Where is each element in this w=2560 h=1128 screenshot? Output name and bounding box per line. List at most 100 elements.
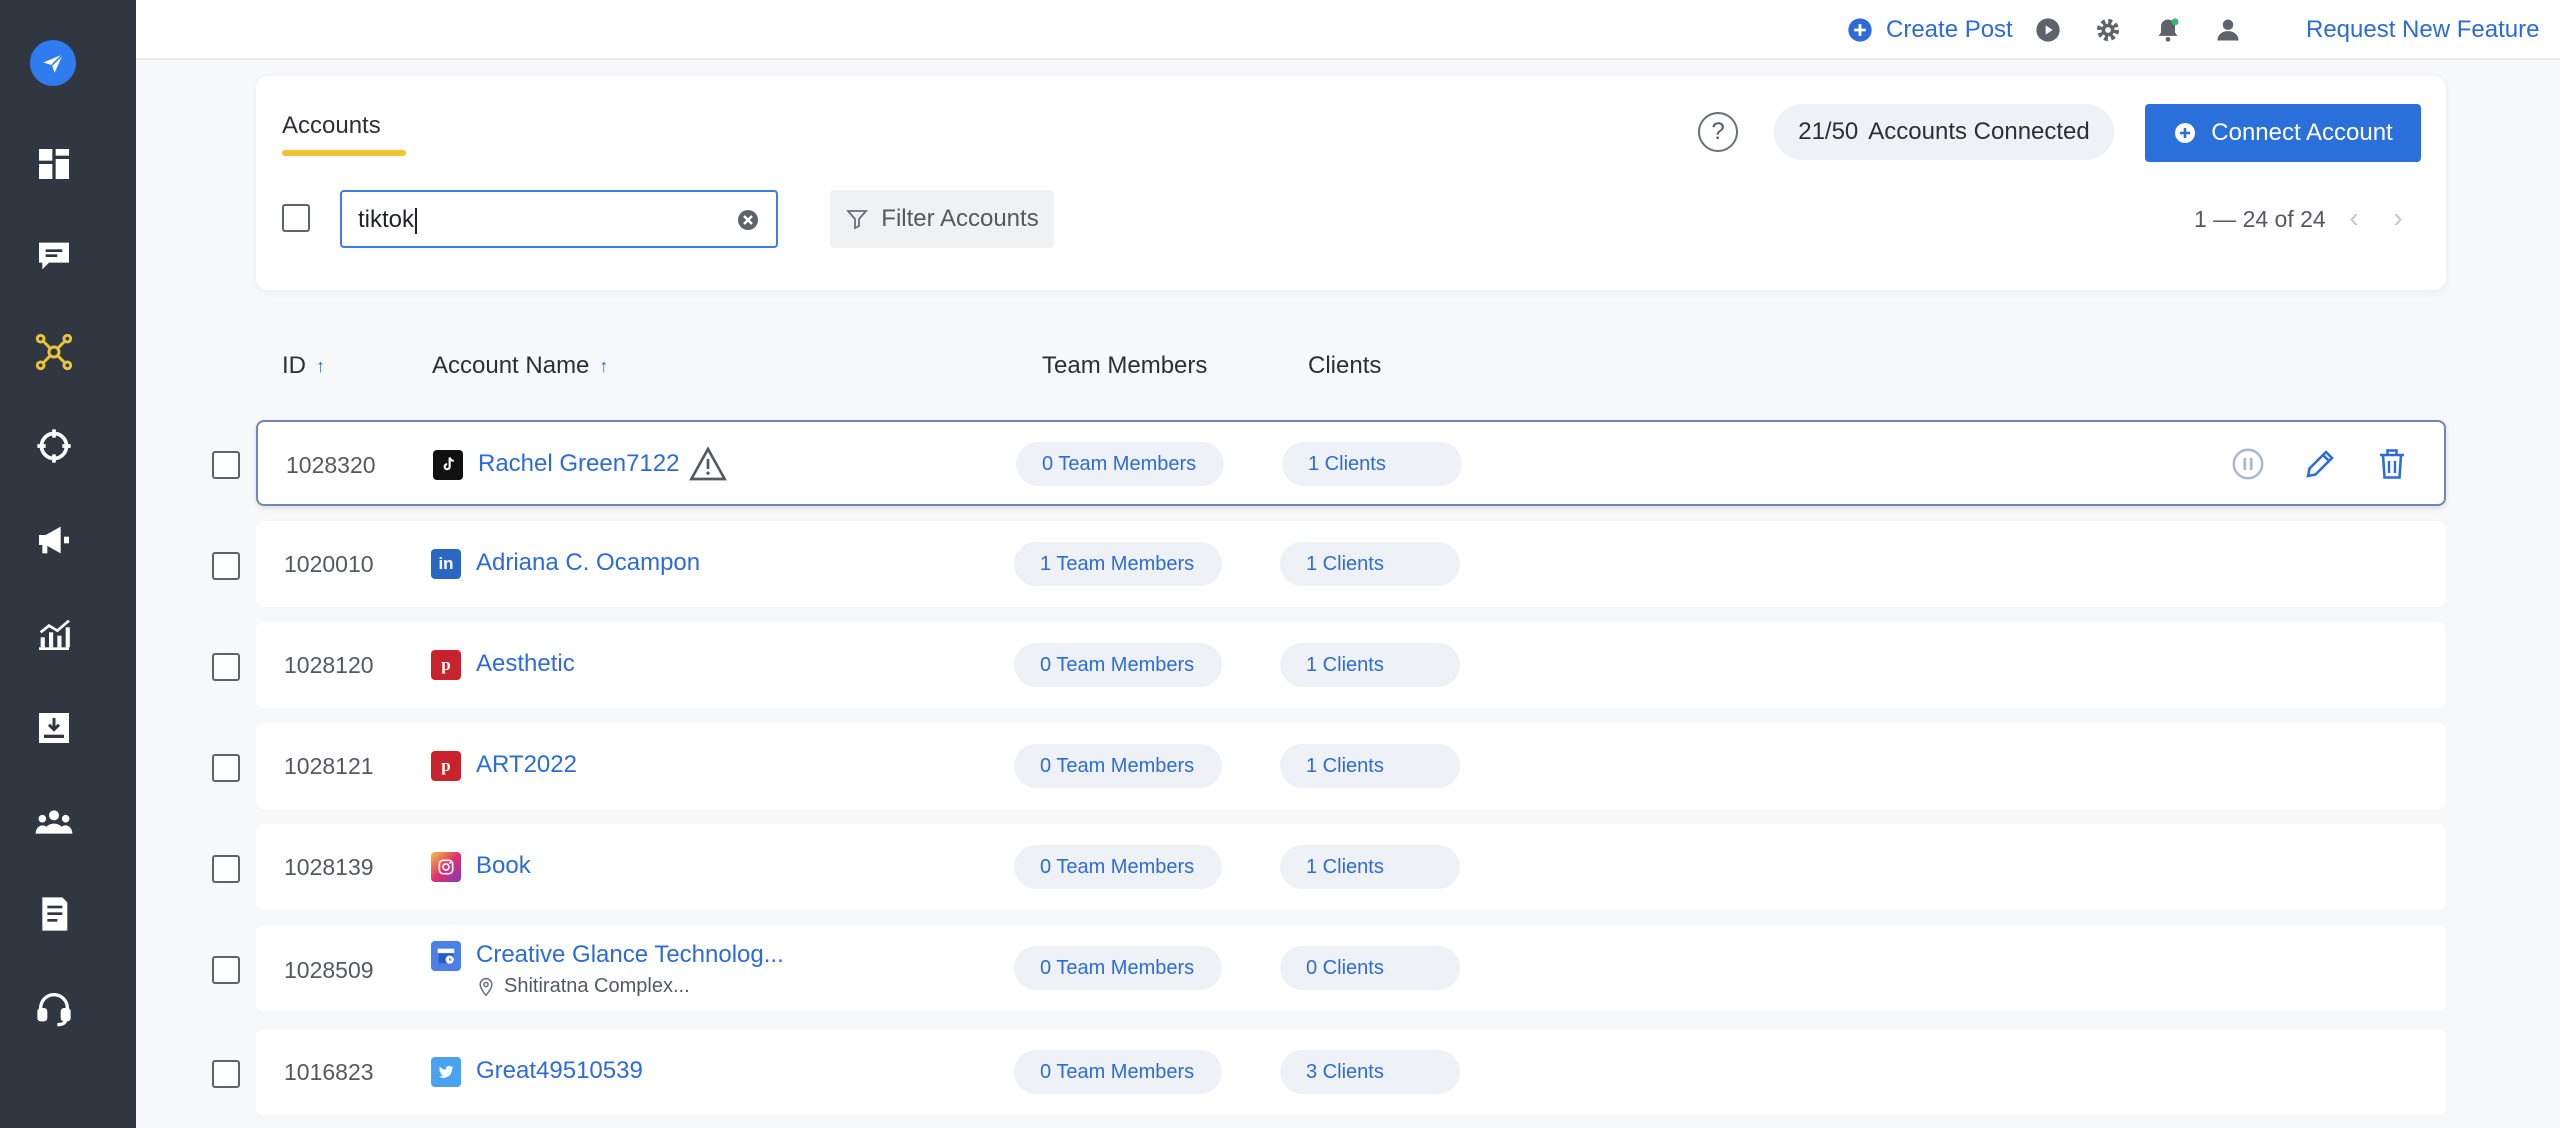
network-icon[interactable]	[32, 330, 76, 374]
chevron-right-icon[interactable]: ›	[2384, 202, 2412, 233]
team-members-badge[interactable]: 0 Team Members	[1014, 1050, 1222, 1094]
analytics-icon[interactable]	[32, 612, 76, 656]
team-members-badge[interactable]: 0 Team Members	[1014, 643, 1222, 687]
filter-funnel-icon	[846, 210, 869, 230]
linkedin-icon: in	[431, 549, 461, 579]
column-header-id[interactable]: ID ↑	[282, 352, 325, 380]
chat-icon[interactable]	[32, 234, 76, 278]
account-name-link[interactable]: Rachel Green7122	[478, 450, 679, 478]
dashboard-icon[interactable]	[32, 142, 76, 186]
row-checkbox[interactable]	[212, 855, 240, 883]
clients-badge[interactable]: 3 Clients	[1280, 1050, 1460, 1094]
account-name-link[interactable]: ART2022	[476, 751, 577, 779]
account-id: 1028139	[284, 854, 374, 880]
sort-arrow-icon: ↑	[599, 355, 609, 376]
connect-account-label: Connect Account	[2211, 119, 2393, 146]
team-members-badge[interactable]: 0 Team Members	[1016, 442, 1224, 486]
clients-badge[interactable]: 1 Clients	[1280, 845, 1460, 889]
support-icon[interactable]	[32, 986, 76, 1030]
edit-pencil-icon[interactable]	[2300, 444, 2340, 484]
account-name-link[interactable]: Great49510539	[476, 1057, 643, 1085]
play-icon[interactable]	[2034, 14, 2062, 46]
report-icon[interactable]	[32, 892, 76, 936]
pagination-label: 1 — 24 of 24	[2194, 206, 2326, 232]
row-checkbox[interactable]	[212, 653, 240, 681]
tab-accounts[interactable]: Accounts	[282, 112, 381, 140]
clients-badge[interactable]: 1 Clients	[1280, 643, 1460, 687]
column-name-label: Account Name	[432, 352, 590, 379]
account-id: 1028121	[284, 753, 374, 779]
team-members-badge[interactable]: 1 Team Members	[1014, 542, 1222, 586]
table-row[interactable]: 1028120 p Aesthetic 0 Team Members 1 Cli…	[256, 622, 2446, 708]
tiktok-icon	[433, 450, 463, 480]
account-name-link[interactable]: Creative Glance Technolog...	[476, 941, 784, 969]
row-checkbox[interactable]	[212, 1060, 240, 1088]
column-header-account-name[interactable]: Account Name ↑	[432, 352, 608, 380]
inbox-icon[interactable]	[32, 706, 76, 750]
row-checkbox[interactable]	[212, 552, 240, 580]
team-icon[interactable]	[32, 800, 76, 844]
team-members-badge[interactable]: 0 Team Members	[1014, 744, 1222, 788]
warning-icon[interactable]	[688, 444, 728, 484]
table-row[interactable]: 1028139 Book 0 Team Members 1 Clients	[256, 824, 2446, 910]
column-header-team-members: Team Members	[1042, 352, 1207, 380]
user-profile-icon[interactable]	[2214, 14, 2242, 46]
pinterest-icon: p	[431, 650, 461, 680]
pause-icon[interactable]	[2228, 444, 2268, 484]
sidebar	[0, 0, 136, 1128]
account-id: 1028509	[284, 957, 374, 983]
location-pin-icon	[479, 977, 493, 996]
table-row[interactable]: 1028121 p ART2022 0 Team Members 1 Clien…	[256, 723, 2446, 809]
settings-gear-icon[interactable]	[2094, 14, 2122, 46]
instagram-icon	[431, 852, 461, 882]
search-value: tiktok	[358, 206, 415, 233]
delete-trash-icon[interactable]	[2372, 444, 2412, 484]
create-post-button[interactable]: Create Post	[1846, 14, 2013, 46]
table-row[interactable]: 1028509 Creative Glance Technolog... Shi…	[256, 925, 2446, 1011]
account-name-link[interactable]: Book	[476, 852, 531, 880]
help-button[interactable]: ?	[1698, 112, 1738, 152]
megaphone-icon[interactable]	[32, 518, 76, 562]
select-all-checkbox[interactable]	[282, 204, 310, 232]
account-name-link[interactable]: Aesthetic	[476, 650, 575, 678]
accounts-connected-badge: 21/50 Accounts Connected	[1774, 104, 2114, 160]
account-id: 1016823	[284, 1059, 374, 1085]
plus-circle-icon	[2175, 123, 2196, 143]
column-clients-label: Clients	[1308, 352, 1382, 379]
account-name-link[interactable]: Adriana C. Ocampon	[476, 549, 700, 577]
top-bar: Create Post Request New Feature	[136, 0, 2560, 60]
search-input[interactable]: tiktok	[340, 190, 778, 248]
clients-badge[interactable]: 0 Clients	[1280, 946, 1460, 990]
clients-badge[interactable]: 1 Clients	[1282, 442, 1462, 486]
filter-accounts-label: Filter Accounts	[881, 205, 1039, 232]
clear-search-icon[interactable]	[736, 208, 760, 232]
connect-account-button[interactable]: Connect Account	[2145, 104, 2421, 162]
chevron-left-icon[interactable]: ‹	[2340, 202, 2368, 233]
column-id-label: ID	[282, 352, 306, 379]
column-team-label: Team Members	[1042, 352, 1208, 379]
connected-count: 21/50	[1798, 118, 1859, 145]
location-text: Shitiratna Complex...	[504, 975, 690, 997]
filter-accounts-button[interactable]: Filter Accounts	[830, 190, 1054, 248]
send-logo-icon[interactable]	[30, 40, 76, 86]
compass-icon[interactable]	[32, 424, 76, 468]
request-feature-label: Request New Feature	[2306, 16, 2540, 43]
pinterest-icon: p	[431, 751, 461, 781]
row-checkbox[interactable]	[212, 956, 240, 984]
account-id: 1028320	[286, 452, 376, 478]
row-checkbox[interactable]	[212, 754, 240, 782]
table-row[interactable]: 1028320 Rachel Green7122 0 Team Members …	[256, 420, 2446, 506]
table-row[interactable]: 1020010 in Adriana C. Ocampon 1 Team Mem…	[256, 521, 2446, 607]
team-members-badge[interactable]: 0 Team Members	[1014, 946, 1222, 990]
request-new-feature-link[interactable]: Request New Feature	[2306, 14, 2539, 46]
table-row[interactable]: 1016823 Great49510539 0 Team Members 3 C…	[256, 1029, 2446, 1115]
notifications-bell-icon[interactable]	[2154, 14, 2182, 46]
sort-arrow-icon: ↑	[316, 355, 325, 376]
row-checkbox[interactable]	[212, 451, 240, 479]
team-members-badge[interactable]: 0 Team Members	[1014, 845, 1222, 889]
twitter-icon	[431, 1057, 461, 1087]
account-id: 1020010	[284, 551, 374, 577]
accounts-panel: Accounts ? 21/50 Accounts Connected Conn…	[256, 76, 2446, 290]
clients-badge[interactable]: 1 Clients	[1280, 744, 1460, 788]
clients-badge[interactable]: 1 Clients	[1280, 542, 1460, 586]
